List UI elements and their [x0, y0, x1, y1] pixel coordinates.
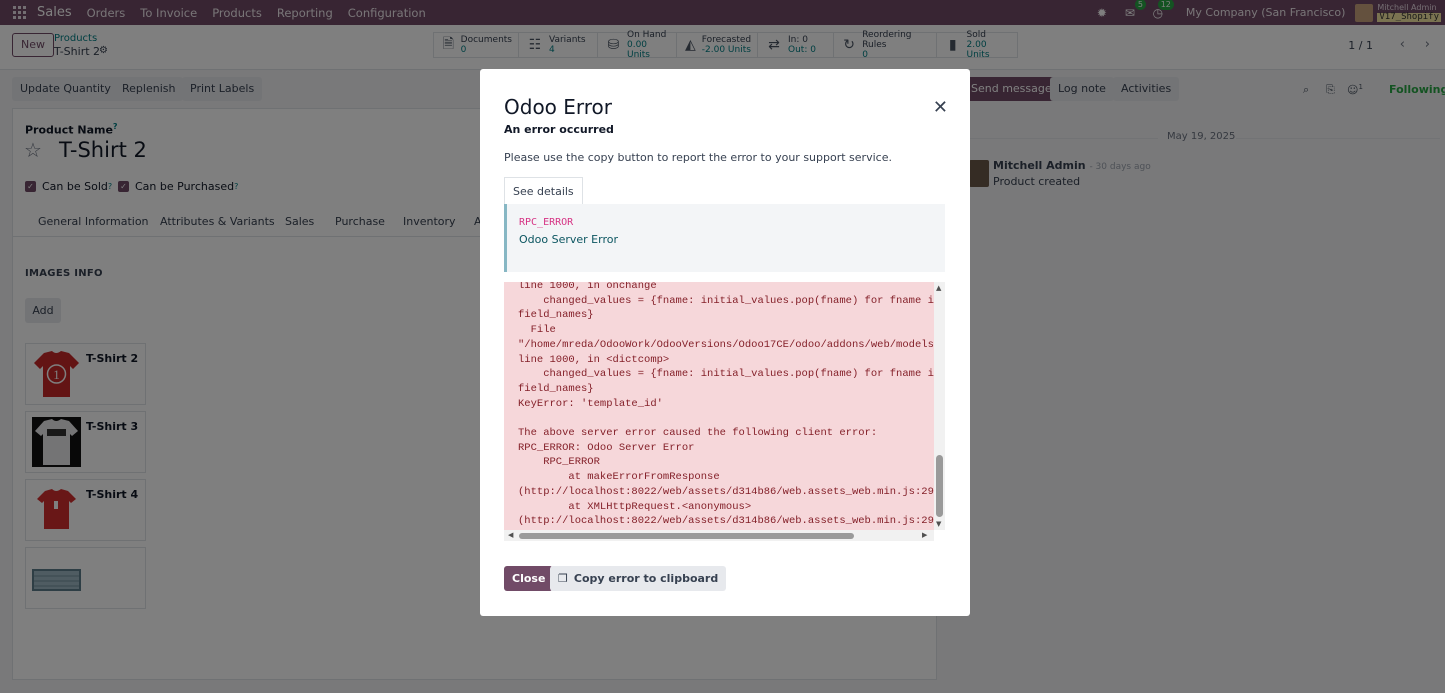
- error-dialog: Odoo Error ✕ An error occurred Please us…: [480, 69, 970, 616]
- scroll-right-icon[interactable]: ▶: [922, 531, 927, 539]
- horizontal-scrollbar[interactable]: ◀ ▶: [504, 530, 934, 541]
- error-summary: RPC_ERROR Odoo Server Error: [504, 204, 945, 272]
- dialog-title: Odoo Error: [504, 95, 613, 119]
- close-button[interactable]: Close: [504, 566, 554, 591]
- dialog-message: Please use the copy button to report the…: [504, 151, 892, 164]
- error-name: Odoo Server Error: [519, 233, 618, 246]
- vertical-scrollbar[interactable]: ▲ ▼: [934, 282, 945, 530]
- error-code: RPC_ERROR: [519, 217, 574, 228]
- close-icon[interactable]: ✕: [933, 99, 948, 117]
- scroll-up-icon[interactable]: ▲: [936, 284, 941, 292]
- copy-error-label: Copy error to clipboard: [573, 572, 719, 585]
- copy-error-button[interactable]: ❐ Copy error to clipboard: [550, 566, 727, 591]
- scroll-left-icon[interactable]: ◀: [508, 531, 513, 539]
- traceback-content: line 1000, in onchange changed_values = …: [504, 282, 934, 530]
- scroll-down-icon[interactable]: ▼: [936, 520, 941, 528]
- vertical-scroll-thumb[interactable]: [936, 455, 943, 517]
- clipboard-icon: ❐: [558, 572, 568, 585]
- horizontal-scroll-thumb[interactable]: [519, 533, 854, 539]
- dialog-subtitle: An error occurred: [504, 123, 614, 136]
- traceback-panel[interactable]: line 1000, in onchange changed_values = …: [504, 282, 945, 542]
- traceback-text: line 1000, in onchange changed_values = …: [518, 282, 934, 528]
- see-details-button[interactable]: See details: [504, 177, 583, 204]
